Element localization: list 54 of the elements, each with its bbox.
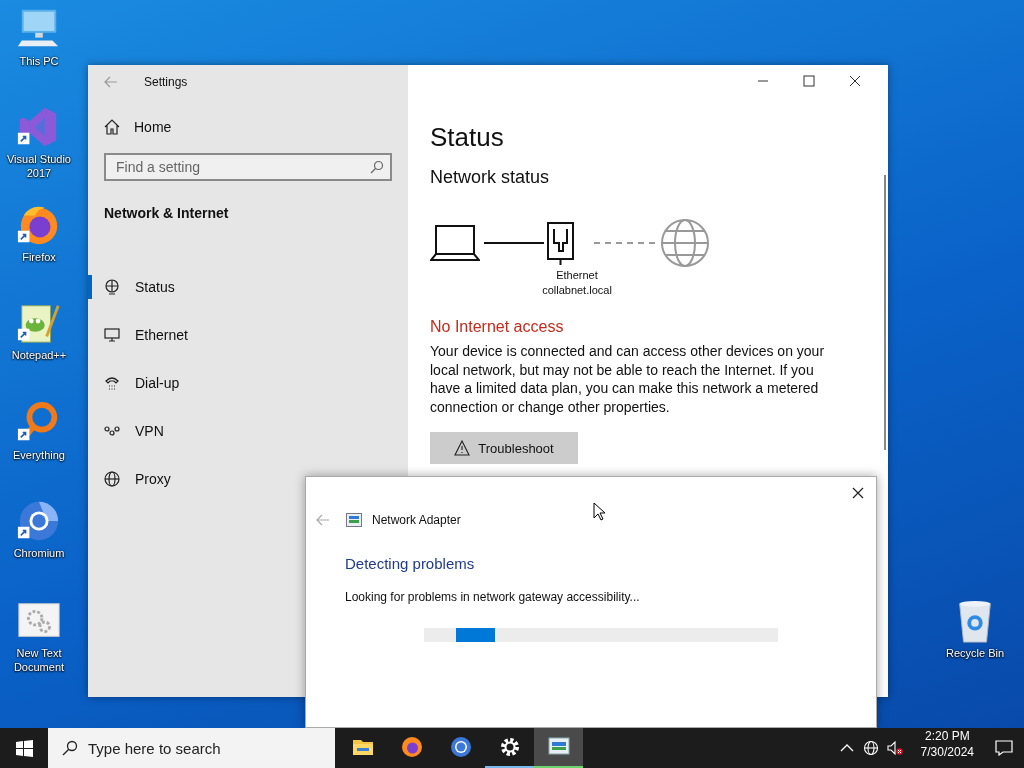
adapter-label: Ethernet <box>556 268 598 283</box>
nav-item[interactable]: Ethernet <box>88 311 408 359</box>
close-icon <box>849 75 861 87</box>
ethernet-port-icon <box>546 221 576 265</box>
nav-item[interactable]: VPN <box>88 407 408 455</box>
desktop-icon-label[interactable]: This PC <box>19 54 59 68</box>
globe-icon <box>104 471 120 487</box>
nav-item[interactable]: Proxy <box>88 455 408 503</box>
adapter-icon <box>346 513 362 527</box>
flame-ball-icon <box>399 735 424 759</box>
status-description: Your device is connected and can access other devices on your local network, but may not be able to reach the Internet. If you have a limited data plan, you can make this network a metered connection or change other properties. <box>430 342 826 416</box>
section-heading: Network & Internet <box>104 205 230 221</box>
home-icon <box>104 119 120 135</box>
dialog-message: Looking for problems in network gateway accessibility... <box>345 590 641 604</box>
windows-logo-icon <box>15 739 33 757</box>
search-icon <box>62 740 78 756</box>
laptop-icon <box>430 224 480 262</box>
desktop-icon-label[interactable]: Firefox <box>22 250 56 264</box>
network-label: collabnet.local <box>542 283 612 298</box>
taskbar-search-field[interactable]: Type here to search <box>48 728 335 768</box>
monitor-icon <box>104 327 120 343</box>
cursor-icon <box>593 502 606 521</box>
troubleshoot-button[interactable]: Troubleshoot <box>430 432 578 464</box>
warning-icon <box>454 440 471 456</box>
page-title: Status <box>430 121 505 154</box>
dialog-heading: Detecting problems <box>345 555 476 572</box>
globe-icon <box>660 218 710 268</box>
search-field[interactable]: Find a setting <box>104 153 392 181</box>
dialog-title: Network Adapter <box>372 513 461 527</box>
nav-item[interactable]: Status <box>88 263 408 311</box>
desktop-icon-label[interactable]: Chromium <box>13 546 65 560</box>
status-heading: No Internet access <box>430 318 565 336</box>
desktop-icon-label[interactable]: New Text Document <box>0 646 78 674</box>
taskbar-app-button[interactable] <box>534 728 583 768</box>
phone-icon <box>104 375 120 391</box>
desktop-icon-label[interactable]: Recycle Bin <box>945 646 1005 660</box>
volume-muted-icon[interactable] <box>886 740 903 756</box>
vpn-icon <box>104 423 120 439</box>
ring-icon <box>448 735 473 759</box>
speech-bubble-icon <box>995 740 1013 756</box>
nav-item[interactable]: Dial-up <box>88 359 408 407</box>
search-icon <box>370 160 384 174</box>
maximize-icon <box>803 75 815 87</box>
network-globe-icon[interactable] <box>862 740 879 756</box>
desktop-icon-label[interactable]: Visual Studio 2017 <box>0 152 78 180</box>
home-nav-item[interactable]: Home <box>104 119 408 135</box>
close-icon <box>852 487 864 499</box>
section-title: Network status <box>430 167 551 188</box>
scrollbar[interactable] <box>884 175 886 450</box>
globe-monitor-icon <box>104 279 120 295</box>
window-title: Settings <box>144 75 188 89</box>
clock[interactable]: 2:20 PM 7/30/2024 <box>910 728 984 768</box>
desktop-icon-label[interactable]: Everything <box>13 448 65 462</box>
desktop-icon-label[interactable]: Notepad++ <box>11 348 67 362</box>
